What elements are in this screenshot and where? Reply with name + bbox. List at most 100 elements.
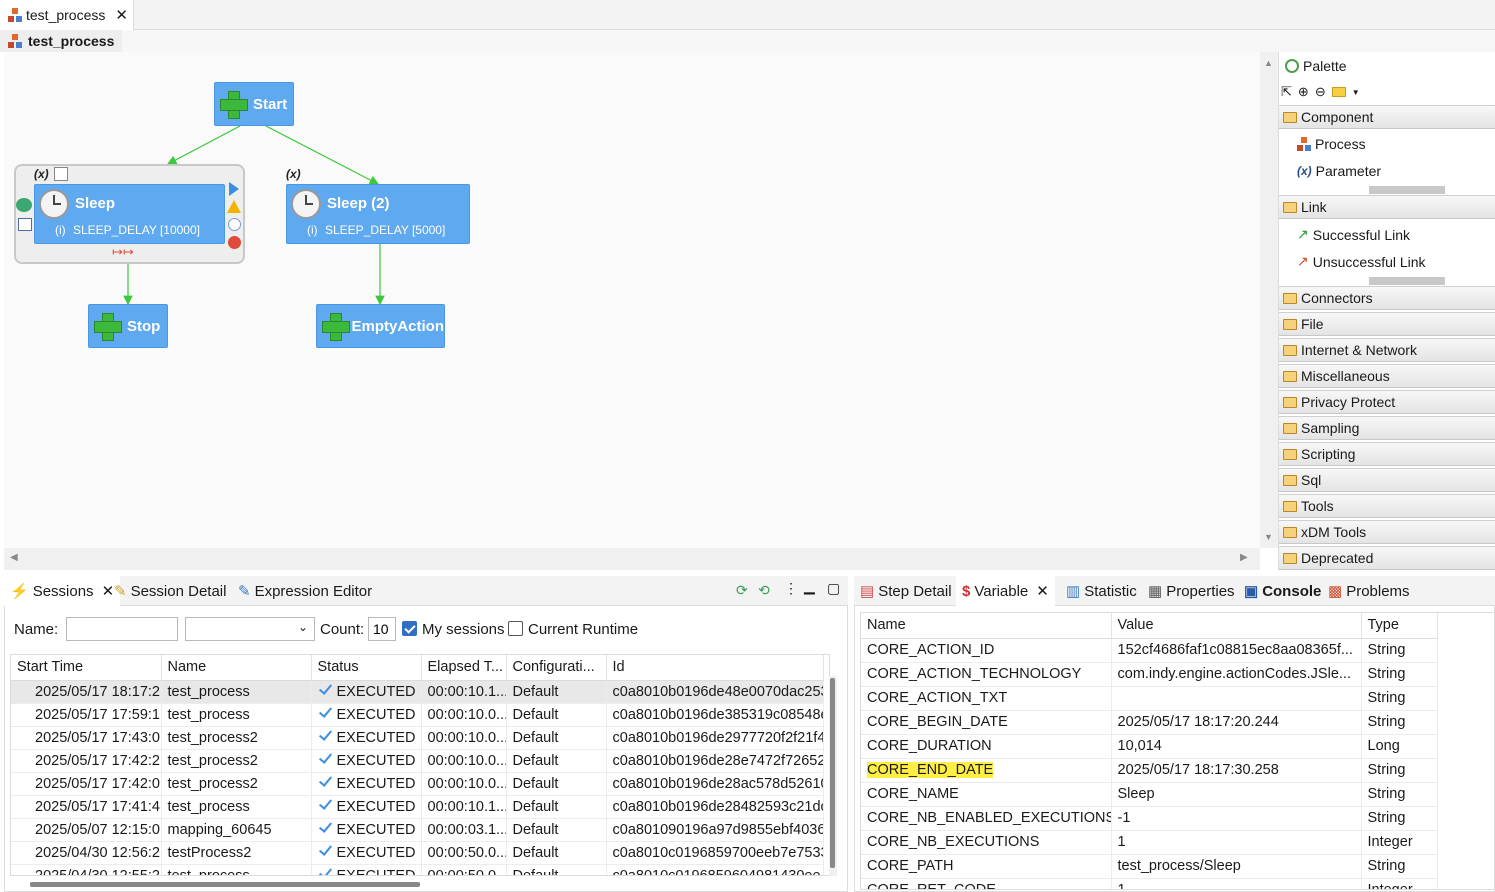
sessions-vertical-scrollbar[interactable] bbox=[829, 676, 837, 876]
node-start[interactable]: Start bbox=[214, 82, 294, 126]
table-row[interactable]: 2025/05/17 17:42:2 test_process2 EXECUTED 0… bbox=[11, 749, 824, 773]
column-var-type[interactable]: Type bbox=[1361, 613, 1438, 639]
palette-drawer-link[interactable]: Link bbox=[1279, 195, 1495, 219]
column-configuration[interactable]: Configurati... bbox=[506, 655, 607, 681]
note-icon[interactable] bbox=[1331, 87, 1346, 97]
table-row[interactable]: 2025/05/07 12:15:0 mapping_60645 EXECUTED 0… bbox=[11, 818, 824, 842]
table-row[interactable]: 2025/05/17 17:42:0 test_process2 EXECUTED 0… bbox=[11, 772, 824, 796]
view-menu-icon[interactable]: ⋮ bbox=[784, 580, 798, 597]
column-status[interactable]: Status bbox=[311, 655, 422, 681]
scroll-up-icon[interactable]: ▲ bbox=[1264, 58, 1273, 68]
chart-icon: ▥ bbox=[1066, 583, 1081, 600]
palette-drawer-connectors[interactable]: Connectors bbox=[1279, 286, 1495, 310]
tab-session-detail[interactable]: ✎ Session Detail bbox=[108, 576, 232, 606]
cell-text: Sleep bbox=[1117, 786, 1155, 802]
palette-drawer-sampling[interactable]: Sampling bbox=[1279, 416, 1495, 440]
link-ports-icon[interactable]: ↦↦ bbox=[112, 244, 134, 260]
column-id[interactable]: Id bbox=[606, 655, 824, 681]
minimize-icon[interactable]: ▁ bbox=[804, 578, 815, 595]
node-sleep-2[interactable]: Sleep (2) (i) SLEEP_DELAY [5000] bbox=[286, 184, 470, 244]
scroll-right-icon[interactable]: ▶ bbox=[1240, 552, 1248, 563]
table-row[interactable]: 2025/05/17 17:59:1 test_process EXECUTED 00… bbox=[11, 703, 824, 727]
table-row[interactable]: CORE_RET_CODE 1 Integer bbox=[861, 878, 1438, 889]
breakpoint-icon[interactable] bbox=[228, 218, 241, 231]
palette-drawer-sql[interactable]: Sql bbox=[1279, 468, 1495, 492]
tab-step-detail[interactable]: ▤ Step Detail bbox=[854, 576, 958, 606]
my-sessions-checkbox[interactable] bbox=[402, 621, 417, 636]
palette-drawer-miscellaneous[interactable]: Miscellaneous bbox=[1279, 364, 1495, 388]
palette-item-parameter[interactable]: (x) Parameter bbox=[1297, 163, 1381, 179]
table-row[interactable]: CORE_BEGIN_DATE 2025/05/17 18:17:20.244 St… bbox=[861, 710, 1438, 735]
tab-problems[interactable]: ▩ Problems bbox=[1322, 576, 1416, 606]
palette-drawer-internet-network[interactable]: Internet & Network bbox=[1279, 338, 1495, 362]
column-elapsed-time[interactable]: Elapsed T... bbox=[421, 655, 507, 681]
drawer-scroll-handle[interactable] bbox=[1369, 186, 1445, 194]
node-empty-action[interactable]: EmptyAction bbox=[316, 304, 445, 348]
scroll-down-icon[interactable]: ▼ bbox=[1264, 532, 1273, 542]
maximize-icon[interactable]: ▢ bbox=[827, 580, 840, 597]
name-filter-input[interactable] bbox=[66, 617, 178, 641]
table-row[interactable]: CORE_PATH test_process/Sleep String bbox=[861, 854, 1438, 879]
column-var-value[interactable]: Value bbox=[1111, 613, 1362, 639]
start-icon bbox=[219, 90, 248, 119]
table-row[interactable]: 2025/05/17 17:41:4 test_process EXECUTED 00… bbox=[11, 795, 824, 819]
count-input[interactable] bbox=[368, 617, 396, 641]
warning-icon[interactable] bbox=[227, 200, 241, 213]
run-icon[interactable] bbox=[229, 182, 239, 196]
tab-console[interactable]: ▣ Console bbox=[1238, 576, 1327, 606]
tab-statistic[interactable]: ▥ Statistic bbox=[1060, 576, 1143, 606]
tab-properties[interactable]: ▦ Properties bbox=[1142, 576, 1241, 606]
current-runtime-checkbox[interactable] bbox=[508, 621, 523, 636]
palette-drawer-file[interactable]: File bbox=[1279, 312, 1495, 336]
table-row[interactable]: CORE_NAME Sleep String bbox=[861, 782, 1438, 807]
canvas-vertical-scrollbar[interactable]: ▲ ▼ bbox=[1260, 52, 1278, 548]
sessions-horizontal-scroll-thumb[interactable] bbox=[30, 882, 420, 887]
table-row[interactable]: CORE_ACTION_ID 152cf4686faf1c08815ec8aa08… bbox=[861, 638, 1438, 663]
palette-drawer-privacy-protect[interactable]: Privacy Protect bbox=[1279, 390, 1495, 414]
scroll-thumb[interactable] bbox=[830, 678, 835, 868]
refresh-icon[interactable]: ⟳ bbox=[736, 582, 748, 599]
node-stop[interactable]: Stop bbox=[88, 304, 168, 348]
table-row[interactable]: CORE_NB_EXECUTIONS 1 Integer bbox=[861, 830, 1438, 855]
canvas-horizontal-scrollbar[interactable]: ◀ ▶ bbox=[4, 548, 1260, 570]
palette-drawer-tools[interactable]: Tools bbox=[1279, 494, 1495, 518]
tab-sessions[interactable]: ⚡ Sessions ✕ bbox=[4, 576, 121, 606]
table-row[interactable]: CORE_DURATION 10,014 Long bbox=[861, 734, 1438, 759]
table-row[interactable]: CORE_END_DATE 2025/05/17 18:17:30.258 Stri… bbox=[861, 758, 1438, 783]
table-row[interactable]: CORE_NB_ENABLED_EXECUTIONS -1 String bbox=[861, 806, 1438, 831]
node-sleep[interactable]: Sleep (i) SLEEP_DELAY [10000] bbox=[34, 184, 225, 244]
palette: Palette ⇱ ⊕ ⊖ ▼ Component Process (x) Pa… bbox=[1278, 52, 1495, 570]
column-name[interactable]: Name bbox=[161, 655, 312, 681]
palette-item-unsuccessful-link[interactable]: ↗ Unsuccessful Link bbox=[1297, 253, 1426, 270]
auto-refresh-icon[interactable]: ⟲ bbox=[758, 582, 770, 599]
palette-drawer-xdm-tools[interactable]: xDM Tools bbox=[1279, 520, 1495, 544]
chevron-down-icon[interactable]: ▼ bbox=[1352, 88, 1360, 97]
table-row[interactable]: CORE_ACTION_TXT String bbox=[861, 686, 1438, 711]
palette-drawer-component[interactable]: Component bbox=[1279, 105, 1495, 129]
table-row[interactable]: 2025/04/30 12:56:2 testProcess2 EXECUTED 00… bbox=[11, 841, 824, 865]
refresh-icon[interactable] bbox=[54, 167, 68, 181]
zoom-out-icon[interactable]: ⊖ bbox=[1315, 84, 1326, 100]
palette-item-process[interactable]: Process bbox=[1297, 136, 1366, 152]
table-row[interactable]: 2025/05/17 18:17:2 test_process EXECUTED 00… bbox=[11, 680, 824, 704]
column-var-name[interactable]: Name bbox=[861, 613, 1112, 639]
close-icon[interactable]: ✕ bbox=[1036, 582, 1049, 600]
palette-drawer-scripting[interactable]: Scripting bbox=[1279, 442, 1495, 466]
drawer-scroll-handle[interactable] bbox=[1369, 277, 1445, 285]
palette-drawer-deprecated[interactable]: Deprecated bbox=[1279, 546, 1495, 570]
status-filter-select[interactable]: ⌄ bbox=[185, 617, 315, 641]
select-tool-icon[interactable]: ⇱ bbox=[1281, 84, 1292, 100]
parameter-add-icon[interactable] bbox=[16, 198, 32, 212]
table-row[interactable]: CORE_ACTION_TECHNOLOGY com.indy.engine.ac… bbox=[861, 662, 1438, 687]
zoom-in-icon[interactable]: ⊕ bbox=[1298, 84, 1309, 100]
disable-icon[interactable] bbox=[228, 236, 241, 249]
palette-drawer-label: Connectors bbox=[1301, 290, 1373, 306]
table-row[interactable]: 2025/05/17 17:43:0 test_process2 EXECUTED 0… bbox=[11, 726, 824, 750]
tab-variable[interactable]: $ Variable ✕ bbox=[956, 576, 1055, 606]
scroll-left-icon[interactable]: ◀ bbox=[10, 552, 18, 563]
column-start-time[interactable]: Start Time bbox=[11, 655, 162, 681]
tab-expression-editor[interactable]: ✎ Expression Editor bbox=[232, 576, 378, 606]
table-row[interactable]: 2025/04/30 12:55:2 test_process EXECUTED 00… bbox=[11, 864, 824, 875]
table-icon[interactable] bbox=[18, 218, 32, 231]
palette-item-successful-link[interactable]: ↗ Successful Link bbox=[1297, 226, 1410, 243]
